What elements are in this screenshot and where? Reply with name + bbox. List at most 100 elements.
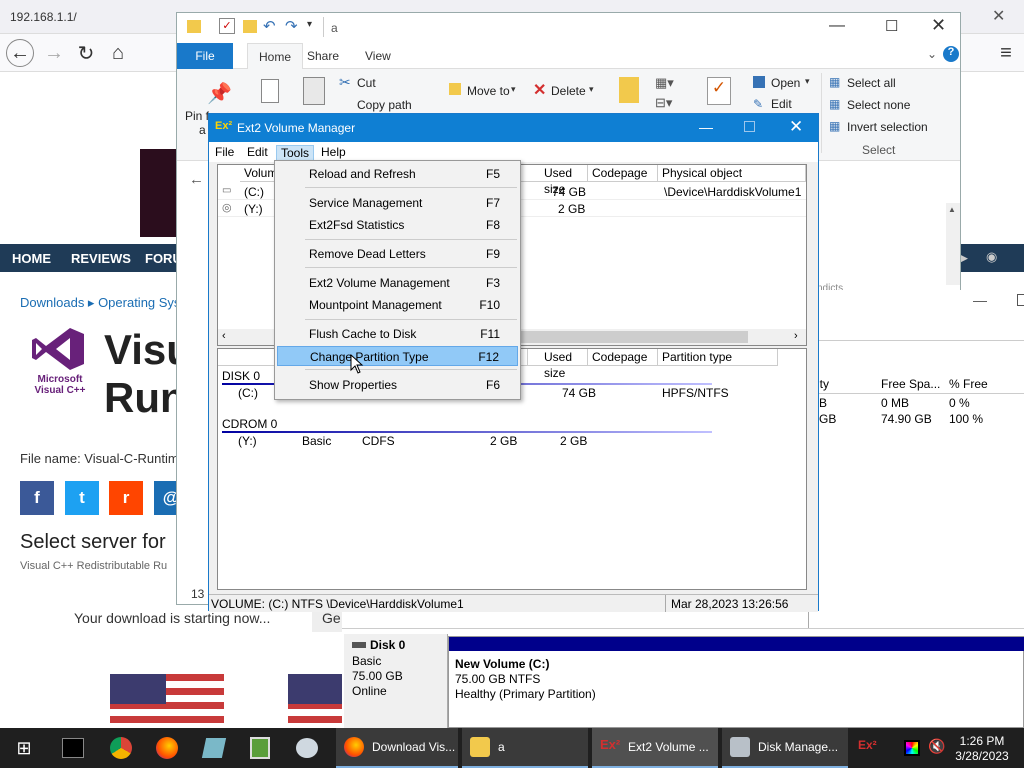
tab-file[interactable]: File bbox=[177, 43, 233, 69]
undo-icon[interactable]: ↶ bbox=[263, 17, 276, 35]
menu-item-flush-cache[interactable]: Flush Cache to Disk F11 bbox=[277, 324, 518, 344]
home-icon[interactable]: ⌂ bbox=[104, 39, 132, 67]
ext2-tray-icon[interactable]: Ex² bbox=[858, 738, 878, 758]
menu-item-volume-management[interactable]: Ext2 Volume Management F3 bbox=[277, 273, 518, 293]
scrollbar[interactable]: ▲ bbox=[946, 203, 960, 285]
properties-large-icon[interactable]: ✓ bbox=[707, 77, 731, 105]
col-partition-type[interactable]: Partition type bbox=[658, 349, 778, 366]
nav-home[interactable]: HOME bbox=[12, 251, 51, 266]
close-icon[interactable]: ✕ bbox=[789, 117, 803, 137]
cdrom-0-label[interactable]: CDROM 0 bbox=[222, 417, 277, 431]
col-codepage[interactable]: Codepage bbox=[588, 165, 658, 182]
us-flag-icon[interactable] bbox=[288, 674, 344, 728]
clock[interactable]: 1:26 PM 3/28/2023 bbox=[950, 734, 1014, 764]
cut-button[interactable]: Cut bbox=[357, 76, 376, 90]
easy-access-icon[interactable]: ⊟▾ bbox=[655, 95, 672, 111]
disk-0-panel[interactable]: Disk 0 Basic 75.00 GB Online bbox=[344, 634, 448, 728]
col-codepage[interactable]: Codepage bbox=[588, 349, 658, 366]
menu-item-reload[interactable]: Reload and Refresh F5 bbox=[277, 164, 518, 184]
twitter-icon[interactable]: t bbox=[65, 481, 99, 515]
reload-icon[interactable]: ↻ bbox=[72, 39, 100, 67]
chevron-down-icon[interactable]: ▾ bbox=[511, 84, 516, 95]
volume-c-block[interactable]: New Volume (C:) 75.00 GB NTFS Healthy (P… bbox=[448, 636, 1024, 728]
start-icon[interactable]: ⊞ bbox=[12, 728, 36, 768]
minimize-icon[interactable]: — bbox=[829, 17, 845, 35]
volume-muted-icon[interactable]: 🔇 bbox=[928, 738, 945, 755]
menu-item-remove-dead-letters[interactable]: Remove Dead Letters F9 bbox=[277, 244, 518, 264]
tab-view[interactable]: View bbox=[365, 49, 391, 63]
table-row[interactable]: GB 74.90 GB 100 % bbox=[809, 411, 1024, 427]
new-folder-large-icon[interactable] bbox=[619, 77, 639, 103]
scroll-thumb[interactable] bbox=[518, 331, 748, 343]
chevron-down-icon[interactable]: ▾ bbox=[589, 84, 594, 95]
move-to-button[interactable]: Move to bbox=[467, 84, 510, 98]
forward-icon[interactable]: → bbox=[40, 39, 68, 67]
qat-dropdown-icon[interactable]: ▾ bbox=[307, 19, 312, 30]
table-row[interactable]: B 0 MB 0 % bbox=[809, 395, 1024, 411]
rss-icon[interactable]: ◉ bbox=[986, 249, 997, 265]
minimize-icon[interactable]: — bbox=[699, 119, 713, 135]
col-used-size[interactable]: Used size bbox=[528, 349, 588, 380]
menu-edit[interactable]: Edit bbox=[243, 145, 272, 162]
col-free-space[interactable]: Free Spa... bbox=[881, 377, 940, 391]
tab-home[interactable]: Home bbox=[247, 43, 303, 69]
maximize-icon[interactable]: ☐ bbox=[885, 17, 898, 35]
nav-reviews[interactable]: REVIEWS bbox=[71, 251, 131, 266]
col-percent-free[interactable]: % Free bbox=[949, 377, 988, 391]
firefox-icon[interactable] bbox=[156, 737, 178, 759]
select-all-button[interactable]: Select all bbox=[847, 76, 896, 90]
open-icon[interactable] bbox=[753, 76, 765, 88]
col-used-size[interactable]: Used size bbox=[518, 165, 588, 196]
copy-path-button[interactable]: Copy path bbox=[357, 98, 412, 112]
scroll-up-icon[interactable]: ▲ bbox=[948, 205, 956, 214]
us-flag-icon[interactable] bbox=[110, 674, 224, 728]
invert-selection-icon[interactable]: ▦ bbox=[829, 119, 840, 133]
breadcrumb[interactable]: Downloads ▸ Operating Syst bbox=[20, 295, 184, 311]
menu-item-service-management[interactable]: Service Management F7 bbox=[277, 193, 518, 213]
settings-app-icon[interactable] bbox=[296, 738, 318, 758]
menu-item-mountpoint-management[interactable]: Mountpoint Management F10 bbox=[277, 295, 518, 315]
taskbar-disk-management[interactable]: Disk Manage... bbox=[722, 728, 848, 768]
notepad-icon[interactable] bbox=[250, 737, 270, 759]
maximize-icon[interactable] bbox=[744, 121, 755, 132]
terminal-icon[interactable] bbox=[62, 738, 84, 758]
select-all-icon[interactable]: ▦ bbox=[829, 75, 840, 89]
table-row[interactable]: (Y:) Basic CDFS 2 GB 2 GB bbox=[218, 433, 806, 450]
taskbar-explorer[interactable]: a bbox=[462, 728, 588, 768]
edit-tool-icon[interactable] bbox=[201, 738, 227, 758]
open-button[interactable]: Open bbox=[771, 76, 800, 90]
ribbon-collapse-icon[interactable]: ⌄ bbox=[927, 47, 937, 61]
tab-share[interactable]: Share bbox=[307, 49, 339, 63]
menu-item-change-partition-type[interactable]: Change Partition Type F12 bbox=[277, 346, 518, 366]
move-to-icon[interactable] bbox=[449, 83, 461, 95]
taskbar-firefox-download[interactable]: Download Vis... bbox=[336, 728, 458, 768]
chevron-down-icon[interactable]: ▾ bbox=[805, 76, 810, 87]
help-icon[interactable]: ? bbox=[943, 46, 959, 62]
pin-label[interactable]: Pin f bbox=[185, 109, 209, 123]
browser-menu-icon[interactable]: ≡ bbox=[992, 39, 1020, 67]
copy-icon[interactable] bbox=[261, 79, 279, 103]
menu-item-show-properties[interactable]: Show Properties F6 bbox=[277, 375, 518, 395]
browser-url[interactable]: 192.168.1.1/ bbox=[10, 10, 77, 24]
delete-icon[interactable]: ✕ bbox=[533, 80, 546, 100]
scroll-right-icon[interactable]: › bbox=[794, 330, 798, 342]
menu-item-statistics[interactable]: Ext2Fsd Statistics F8 bbox=[277, 215, 518, 235]
chrome-icon[interactable] bbox=[110, 737, 132, 759]
pin-icon[interactable]: 📌 bbox=[207, 81, 232, 106]
col-physical-object[interactable]: Physical object bbox=[658, 165, 806, 182]
maximize-icon[interactable] bbox=[1017, 294, 1024, 306]
edit-icon[interactable]: ✎ bbox=[753, 97, 763, 111]
close-icon[interactable]: ✕ bbox=[931, 15, 946, 36]
delete-button[interactable]: Delete bbox=[551, 84, 586, 98]
disk-0-label[interactable]: DISK 0 bbox=[222, 369, 260, 383]
menu-file[interactable]: File bbox=[211, 145, 238, 162]
edit-button[interactable]: Edit bbox=[771, 97, 792, 111]
scroll-left-icon[interactable]: ‹ bbox=[222, 330, 226, 342]
new-item-icon[interactable]: ▦▾ bbox=[655, 75, 674, 91]
back-icon[interactable]: ← bbox=[6, 39, 34, 67]
properties-icon[interactable]: ✓ bbox=[219, 18, 235, 34]
taskbar-ext2[interactable]: Ex² Ext2 Volume ... bbox=[592, 728, 718, 768]
reddit-icon[interactable]: r bbox=[109, 481, 143, 515]
color-tray-icon[interactable] bbox=[904, 740, 920, 756]
new-folder-icon[interactable] bbox=[243, 20, 257, 33]
